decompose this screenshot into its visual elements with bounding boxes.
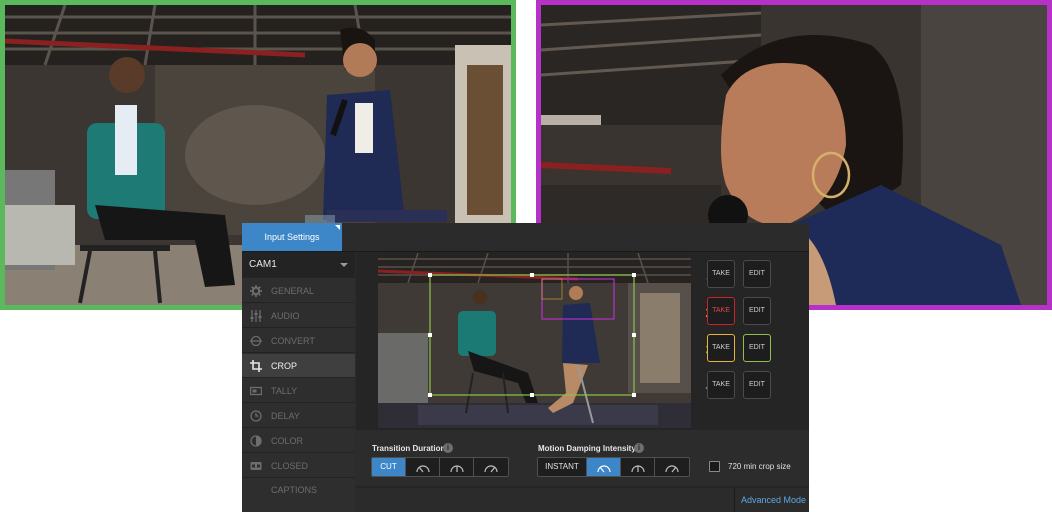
sidebar-item-label: DELAY — [271, 411, 300, 421]
sidebar-item-closed-captions[interactable]: CLOSED CAPTIONS — [242, 454, 355, 495]
gauge-fast-icon — [484, 465, 498, 473]
take-button-3[interactable]: TAKE — [707, 334, 735, 362]
transition-cut-button[interactable]: CUT — [372, 458, 406, 476]
sidebar-item-delay[interactable]: DELAY — [242, 404, 355, 428]
settings-content: 1 TAKE EDIT 2 TAKE EDIT 3 TAKE EDIT 4 TA… — [356, 252, 809, 512]
transition-duration-title: Transition Duration — [372, 444, 446, 453]
clock-icon — [250, 410, 262, 422]
convert-icon — [250, 335, 262, 347]
panel-footer: Advanced Mode — [356, 488, 809, 512]
transition-duration-group: CUT — [371, 457, 509, 477]
sidebar-item-label: GENERAL — [271, 286, 315, 296]
sidebar-item-label: CROP — [271, 361, 298, 371]
tally-icon — [250, 386, 262, 396]
take-button-2[interactable]: TAKE — [707, 297, 735, 325]
motion-damping-group: INSTANT — [537, 457, 690, 477]
crop-icon — [250, 360, 262, 372]
transition-medium-button[interactable] — [440, 458, 474, 476]
gear-icon — [250, 285, 262, 297]
motion-medium-button[interactable] — [621, 458, 655, 476]
tab-input-settings-label: Input Settings — [264, 232, 320, 242]
source-select[interactable]: CAM1 — [242, 252, 355, 278]
transition-controls: Transition Duration i CUT Motion Damping… — [356, 430, 809, 486]
tab-input-settings[interactable]: Input Settings — [242, 223, 342, 251]
transition-fast-button[interactable] — [474, 458, 508, 476]
sidebar-item-color[interactable]: COLOR — [242, 429, 355, 453]
sidebar-item-label: COLOR — [271, 436, 304, 446]
sidebar-item-crop[interactable]: CROP — [242, 354, 355, 378]
footer-divider — [734, 488, 735, 512]
take-button-4[interactable]: TAKE — [707, 371, 735, 399]
gauge-medium-icon — [631, 465, 645, 473]
info-icon[interactable]: i — [634, 443, 644, 453]
color-icon — [250, 435, 262, 447]
sidebar-item-general[interactable]: GENERAL — [242, 279, 355, 303]
input-settings-panel: Input Settings CAM1 GENERAL AUDIO CONVER… — [242, 223, 809, 512]
preview-image — [378, 253, 691, 428]
motion-fast-button[interactable] — [655, 458, 689, 476]
advanced-mode-link[interactable]: Advanced Mode — [741, 488, 806, 512]
crop-preview[interactable] — [378, 253, 691, 428]
sidebar-item-label: CONVERT — [271, 336, 315, 346]
edit-button-3[interactable]: EDIT — [743, 334, 771, 362]
sidebar-item-label: AUDIO — [271, 311, 300, 321]
crop-size-label: 720 min crop size — [728, 462, 791, 471]
edit-button-1[interactable]: EDIT — [743, 260, 771, 288]
sidebar-item-tally[interactable]: TALLY — [242, 379, 355, 403]
gauge-slow-icon — [416, 465, 430, 473]
gauge-slow-icon — [597, 465, 611, 473]
motion-instant-button[interactable]: INSTANT — [538, 458, 587, 476]
cc-icon — [250, 462, 262, 470]
take-edit-grid: 1 TAKE EDIT 2 TAKE EDIT 3 TAKE EDIT 4 TA… — [702, 260, 802, 410]
motion-damping-title: Motion Damping Intensity — [538, 444, 636, 453]
motion-slow-button[interactable] — [587, 458, 621, 476]
sidebar-item-label: TALLY — [271, 386, 298, 396]
tab-corner-icon — [335, 225, 340, 230]
source-select-value: CAM1 — [249, 259, 277, 270]
sliders-icon — [250, 310, 262, 322]
crop-size-checkbox[interactable] — [709, 461, 720, 472]
edit-button-4[interactable]: EDIT — [743, 371, 771, 399]
settings-sidebar: CAM1 GENERAL AUDIO CONVERT CROP TALLY DE… — [242, 252, 355, 512]
sidebar-item-audio[interactable]: AUDIO — [242, 304, 355, 328]
transition-slow-button[interactable] — [406, 458, 440, 476]
edit-button-2[interactable]: EDIT — [743, 297, 771, 325]
chevron-down-icon — [340, 263, 348, 267]
gauge-fast-icon — [665, 465, 679, 473]
gauge-medium-icon — [450, 465, 464, 473]
take-button-1[interactable]: TAKE — [707, 260, 735, 288]
sidebar-item-label: CLOSED CAPTIONS — [271, 461, 318, 495]
tab-bar: Input Settings — [242, 223, 809, 252]
info-icon[interactable]: i — [443, 443, 453, 453]
sidebar-item-convert[interactable]: CONVERT — [242, 329, 355, 353]
